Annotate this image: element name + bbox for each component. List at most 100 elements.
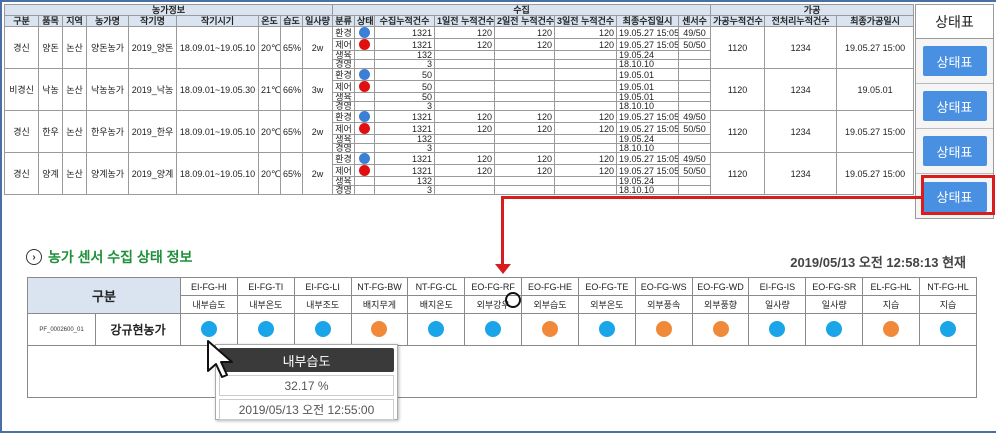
- sensor-status-dot-icon[interactable]: [939, 320, 956, 337]
- last-collected: 19.05.27 15:05: [616, 122, 680, 135]
- total-count: 1321: [374, 122, 436, 135]
- preprocess-count: 1234: [764, 110, 838, 153]
- sensor-count: 50/50: [678, 164, 712, 177]
- column-header: 작기명: [128, 15, 177, 27]
- sensor-status-dot-icon[interactable]: [655, 320, 672, 337]
- last-collected: 19.05.01: [616, 68, 680, 81]
- sensor-status-cell: [521, 313, 579, 346]
- sensor-status-dot-icon[interactable]: [826, 320, 843, 337]
- day1-count: [434, 68, 496, 81]
- gubun-header: 구분: [26, 277, 182, 314]
- column-header: 일사량: [301, 15, 334, 27]
- day3-count: [554, 134, 618, 144]
- farm-region: 논산: [62, 152, 87, 195]
- last-collected: 19.05.01: [616, 80, 680, 93]
- day1-count: 120: [434, 122, 496, 135]
- sensor-status-dot-icon[interactable]: [769, 320, 786, 337]
- day3-count: 120: [554, 122, 618, 135]
- farm-solar: 3w: [301, 68, 334, 111]
- status-row: 상태표: [916, 129, 993, 174]
- day3-count: [554, 143, 618, 153]
- tooltip-title: 내부습도: [219, 348, 394, 372]
- sensor-status-cell: [691, 313, 750, 346]
- farm-solar: 2w: [301, 26, 334, 69]
- category-cell: 환경: [332, 152, 356, 165]
- processing-count: 1120: [710, 110, 766, 153]
- total-count: 3: [374, 185, 436, 195]
- sensor-count: [678, 59, 712, 69]
- day2-count: [494, 176, 556, 186]
- section-title-text: 농가 센서 수집 상태 정보: [48, 249, 193, 265]
- sensor-status-dot-icon[interactable]: [485, 320, 502, 337]
- farm-gubun: 경신: [4, 26, 39, 69]
- status-cell: [354, 134, 376, 144]
- sensor-code: EO-FG-TE: [577, 277, 636, 296]
- status-table-button[interactable]: 상태표: [922, 46, 987, 76]
- status-cell: [354, 164, 376, 177]
- day2-count: 120: [494, 164, 556, 177]
- sensor-status-dot-icon[interactable]: [371, 320, 388, 337]
- day1-count: 120: [434, 38, 496, 51]
- farm-temp: 20℃: [258, 26, 281, 69]
- day3-count: 120: [554, 38, 618, 51]
- column-header: 최종수집일시: [616, 15, 680, 27]
- sensor-status-dot-icon[interactable]: [428, 320, 445, 337]
- sensor-status-dot-icon[interactable]: [883, 320, 900, 337]
- sensor-status-dot-icon[interactable]: [542, 320, 558, 337]
- last-processed: 19.05.27 15:00: [836, 26, 915, 69]
- status-cell: [354, 59, 376, 69]
- day2-count: 120: [494, 26, 556, 39]
- category-cell: 환경: [332, 26, 356, 39]
- sensor-status-dot-icon[interactable]: [598, 320, 615, 337]
- farm-item: 양돈: [38, 26, 63, 69]
- status-dot-icon: [359, 111, 371, 122]
- sensor-status-cell: [236, 313, 295, 346]
- sensor-count: [678, 92, 712, 102]
- sensor-status-dot-icon[interactable]: [712, 320, 729, 337]
- sensor-code: NT-FG-HL: [918, 277, 978, 296]
- sensor-count: [678, 101, 712, 111]
- day1-count: [434, 176, 496, 186]
- sensor-count: 49/50: [678, 110, 712, 123]
- total-count: 3: [374, 143, 436, 153]
- sensor-status-dot-icon[interactable]: [257, 320, 274, 337]
- category-cell: 제어: [332, 38, 356, 51]
- sensor-count: [678, 50, 712, 60]
- day1-count: [434, 143, 496, 153]
- click-indicator-icon: [505, 292, 521, 308]
- total-count: 50: [374, 68, 436, 81]
- farm-solar: 2w: [301, 152, 334, 195]
- column-header: 온도: [258, 15, 281, 27]
- day3-count: [554, 176, 618, 186]
- last-collected: 19.05.24: [616, 176, 680, 186]
- status-dot-icon: [359, 153, 371, 164]
- day3-count: 120: [554, 164, 618, 177]
- sensor-code: EO-FG-HE: [521, 277, 579, 296]
- status-table-button[interactable]: 상태표: [922, 91, 987, 121]
- column-header-row: 구분 품목 지역 농가명 작기명 작기시기 온도 습도 일사량 분류 상태 수집누적건수 1일전 누적건…: [4, 15, 915, 27]
- sensor-count: [678, 185, 712, 195]
- farm-crop: 2019_양계: [128, 152, 177, 195]
- sensor-code: EI-FG-LI: [293, 277, 352, 296]
- farm-item: 한우: [38, 110, 63, 153]
- category-cell: 생육: [332, 176, 356, 186]
- sensor-status-cell: [464, 313, 523, 346]
- farm-region: 논산: [62, 68, 87, 111]
- sensor-name: 일사량: [748, 295, 807, 314]
- farm-data-row: 비경신 낙농 논산 낙농농가 2019_낙농 18.09.01~19.05.30 21℃ 66…: [4, 68, 915, 111]
- category-cell: 환경: [332, 68, 356, 81]
- category-cell: 경영: [332, 185, 356, 195]
- day1-count: [434, 92, 496, 102]
- sensor-status-dot-icon[interactable]: [200, 320, 217, 337]
- farm-hum: 65%: [280, 110, 303, 153]
- status-panel-header: 상태표: [916, 5, 993, 39]
- status-table-button[interactable]: 상태표: [922, 136, 987, 166]
- sensor-name: 배지무게: [350, 295, 409, 314]
- day2-count: [494, 101, 556, 111]
- sensor-status-dot-icon[interactable]: [314, 320, 331, 337]
- status-dot-icon: [359, 123, 371, 134]
- day2-count: [494, 68, 556, 81]
- day3-count: 120: [554, 152, 618, 165]
- sensor-name: 일사량: [805, 295, 864, 314]
- last-processed: 19.05.27 15:00: [836, 110, 915, 153]
